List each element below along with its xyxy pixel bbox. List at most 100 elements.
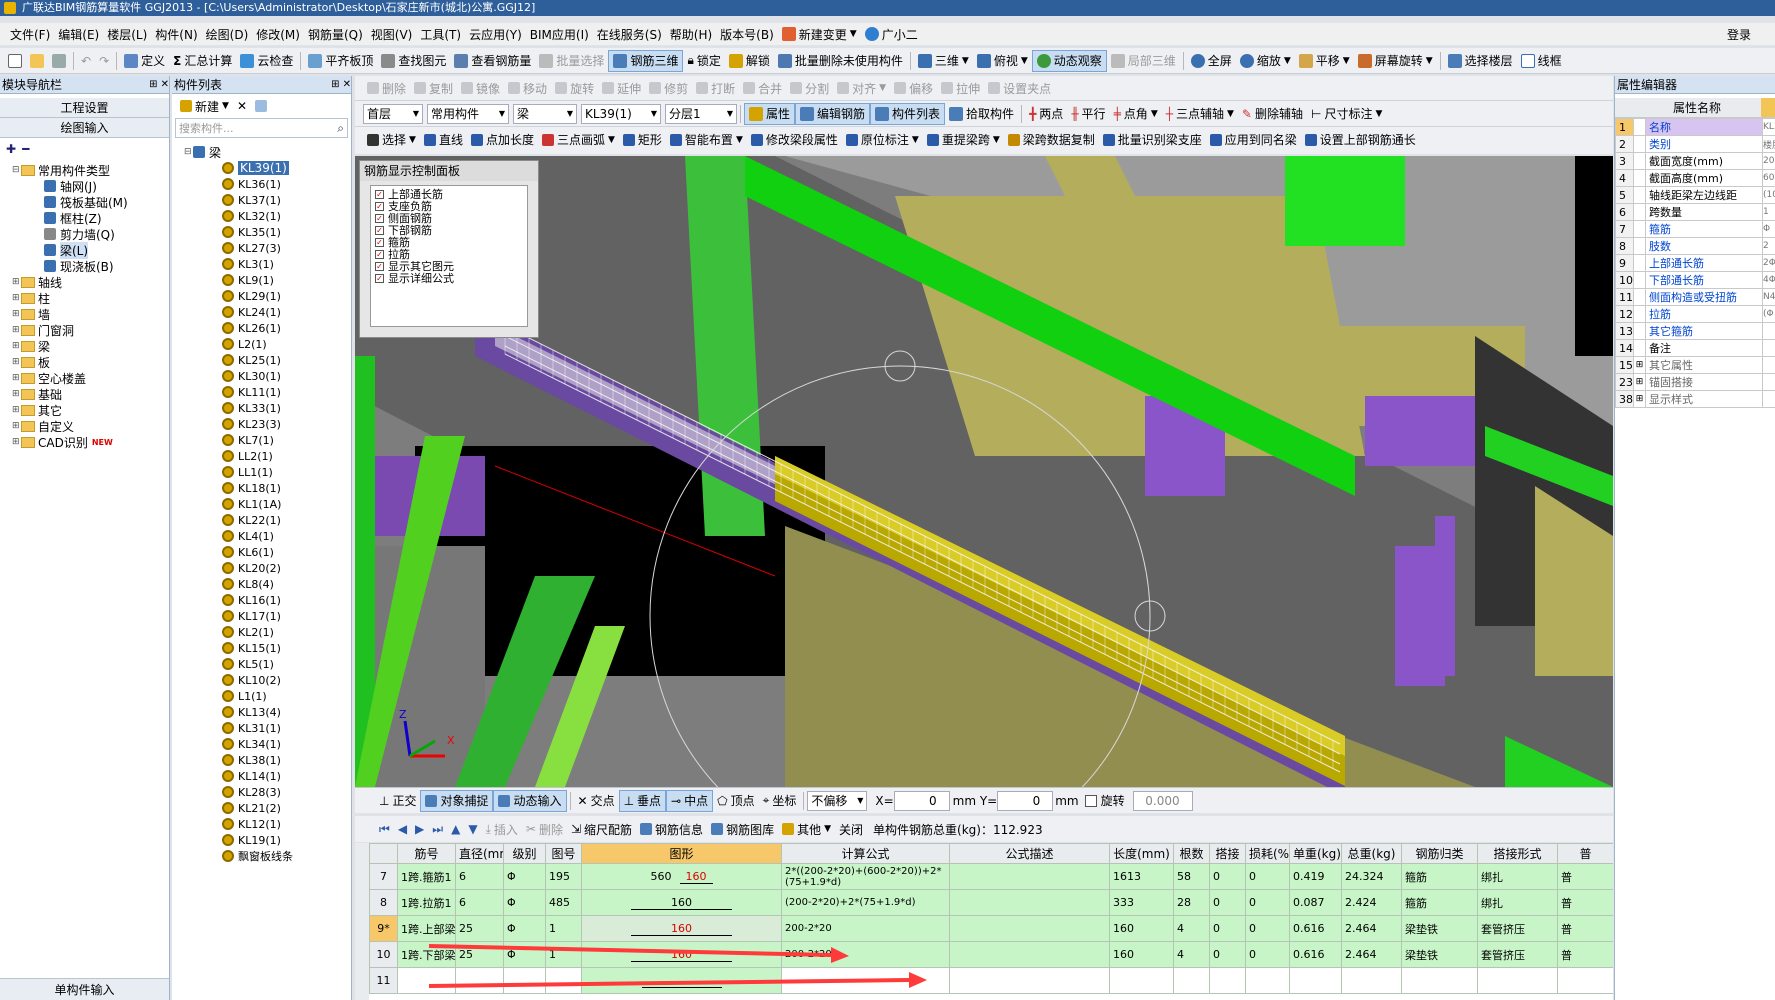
cell-name[interactable]: 1跨.下部梁垫铁.1 <box>397 941 456 968</box>
expand-icon[interactable] <box>1633 186 1646 204</box>
cell-lap[interactable] <box>1209 967 1246 994</box>
new-component-button[interactable]: 新建 ▼ <box>176 95 233 117</box>
cell-extra[interactable]: 普 <box>1557 863 1613 890</box>
property-value[interactable] <box>1762 373 1775 391</box>
redo-button[interactable]: ↷ <box>95 50 113 72</box>
cell-formula[interactable]: 200-2*20 <box>781 941 950 968</box>
cell-lap[interactable]: 0 <box>1209 941 1246 968</box>
delete-row-button[interactable]: ✂ 删除 <box>522 818 567 840</box>
point-angle-button[interactable]: ╪ 点角 ▼ <box>1110 103 1162 125</box>
cell-dia[interactable]: 25 <box>455 915 504 942</box>
collapse-all-icon[interactable]: ━ <box>22 142 29 156</box>
search-input[interactable]: 搜索构件... <box>179 120 234 136</box>
cell-loss[interactable]: 0 <box>1245 863 1290 890</box>
column-header[interactable]: 损耗(%) <box>1245 843 1290 864</box>
component-item[interactable]: KL37(1) <box>222 192 351 208</box>
midpoint-snap[interactable]: ⊸ 中点 <box>666 789 714 812</box>
component-item[interactable]: KL15(1) <box>222 640 351 656</box>
rotate-checkbox[interactable] <box>1084 794 1097 807</box>
undo-button[interactable]: ↶ <box>77 50 95 72</box>
column-header[interactable]: 搭接 <box>1209 843 1246 864</box>
move-down-button[interactable]: ▼ <box>464 818 481 840</box>
component-item[interactable]: KL29(1) <box>222 288 351 304</box>
cell-fig[interactable]: 1 <box>545 941 582 968</box>
cell-formula[interactable]: 2*((200-2*20)+(600-2*20))+2*(75+1.9*d) <box>781 863 950 890</box>
property-row[interactable]: 11 侧面构造或受扭筋 N4 <box>1615 288 1775 306</box>
modify-move-button[interactable]: 移动 <box>504 77 551 99</box>
cell-count[interactable]: 28 <box>1173 889 1210 916</box>
table-row[interactable]: 101跨.下部梁垫铁.125Φ1160200-2*201604000.6162.… <box>369 941 1613 968</box>
cell-loss[interactable]: 0 <box>1245 941 1290 968</box>
column-header[interactable]: 根数 <box>1173 843 1210 864</box>
component-item[interactable]: LL1(1) <box>222 464 351 480</box>
rebar-option[interactable]: ✓ 上部通长筋 <box>375 188 523 200</box>
cell-formula[interactable]: (200-2*20)+2*(75+1.9*d) <box>781 889 950 916</box>
property-row[interactable]: 15 ⊞ 其它属性 <box>1615 356 1775 374</box>
cell-dia[interactable]: 6 <box>455 889 504 916</box>
property-value[interactable]: Φ <box>1762 220 1775 238</box>
tree-group-axis[interactable]: ⊞ 轴线 <box>12 274 169 290</box>
component-item[interactable]: KL19(1) <box>222 832 351 848</box>
unlock-button[interactable]: 解锁 <box>725 50 774 72</box>
component-item[interactable]: KL21(2) <box>222 800 351 816</box>
project-settings-button[interactable]: 工程设置 <box>0 98 169 118</box>
component-item[interactable]: KL2(1) <box>222 624 351 640</box>
property-row[interactable]: 12 拉筋 (Φ <box>1615 305 1775 323</box>
modify-split-button[interactable]: 分割 <box>786 77 833 99</box>
component-item[interactable]: KL8(4) <box>222 576 351 592</box>
component-item[interactable]: KL34(1) <box>222 736 351 752</box>
category-beam[interactable]: ⊟ 梁 <box>184 144 351 160</box>
three-point-axis-button[interactable]: ┼ 三点辅轴 ▼ <box>1162 103 1238 125</box>
delete-component-button[interactable]: ✕ <box>233 95 251 117</box>
menu-assistant[interactable]: 广小二 <box>861 23 922 45</box>
tree-group-column[interactable]: ⊞ 柱 <box>12 290 169 306</box>
component-item[interactable]: L2(1) <box>222 336 351 352</box>
component-item[interactable]: KL14(1) <box>222 768 351 784</box>
single-component-input-button[interactable]: 单构件输入 <box>0 978 169 1000</box>
cell-lapform[interactable]: 套管挤压 <box>1477 941 1558 968</box>
define-button[interactable]: 定义 <box>120 50 169 72</box>
checkbox-checked-icon[interactable]: ✓ <box>375 249 384 259</box>
property-value[interactable]: (10 <box>1762 186 1775 204</box>
property-value[interactable] <box>1762 322 1775 340</box>
menu-floor[interactable]: 楼层(L) <box>103 23 151 45</box>
rebar-option[interactable]: ✓ 显示详细公式 <box>375 272 523 284</box>
expand-icon[interactable]: ⊞ <box>1633 373 1646 391</box>
tree-item-slab[interactable]: 现浇板(B) <box>12 258 169 274</box>
property-row[interactable]: 10 下部通长筋 4Φ <box>1615 271 1775 289</box>
cell-total[interactable]: 2.424 <box>1341 889 1402 916</box>
open-file-button[interactable] <box>26 50 48 72</box>
cell-extra[interactable]: 普 <box>1557 915 1613 942</box>
column-header[interactable]: 计算公式 <box>781 843 950 864</box>
rebar-shape-cell[interactable] <box>581 967 782 994</box>
tree-group-hollow-floor[interactable]: ⊞ 空心楼盖 <box>12 370 169 386</box>
rebar-option[interactable]: ✓ 支座负筋 <box>375 200 523 212</box>
view-3d-button[interactable]: 三维 ▼ <box>914 50 973 72</box>
tree-group-slab[interactable]: ⊞ 板 <box>12 354 169 370</box>
component-item[interactable]: KL23(3) <box>222 416 351 432</box>
top-continuous-button[interactable]: 设置上部钢筋通长 <box>1301 129 1420 151</box>
cell-len[interactable]: 333 <box>1109 889 1174 916</box>
property-row[interactable]: 13 其它箍筋 <box>1615 322 1775 340</box>
cell-formula[interactable] <box>781 967 950 994</box>
view-rebar-qty-button[interactable]: 查看钢筋量 <box>450 50 535 72</box>
login-link[interactable]: 登录 <box>1723 23 1755 45</box>
rebar-option[interactable]: ✓ 显示其它图元 <box>375 260 523 272</box>
cell-extra[interactable]: 普 <box>1557 941 1613 968</box>
select-floor-button[interactable]: 选择楼层 <box>1444 50 1517 72</box>
cell-cls[interactable]: 箍筋 <box>1401 889 1478 916</box>
cell-fig[interactable] <box>545 967 582 994</box>
tree-group-foundation[interactable]: ⊞ 基础 <box>12 386 169 402</box>
cell-lap[interactable]: 0 <box>1209 915 1246 942</box>
floor-select[interactable]: 首层 ▼ <box>363 103 423 124</box>
perpendicular-snap[interactable]: ⊥ 垂点 <box>618 789 667 812</box>
property-value[interactable] <box>1762 390 1775 408</box>
select-button[interactable]: 选择 ▼ <box>363 129 420 151</box>
other-button[interactable]: 其他 ▼ <box>778 818 835 840</box>
checkbox-checked-icon[interactable]: ✓ <box>375 189 384 199</box>
batch-support-button[interactable]: 批量识别梁支座 <box>1099 129 1206 151</box>
draw-input-button[interactable]: 绘图输入 <box>0 118 169 138</box>
close-grid-button[interactable]: 关闭 <box>835 818 867 840</box>
rebar-option[interactable]: ✓ 拉筋 <box>375 248 523 260</box>
screen-rotate-button[interactable]: 屏幕旋转 ▼ <box>1354 50 1437 72</box>
